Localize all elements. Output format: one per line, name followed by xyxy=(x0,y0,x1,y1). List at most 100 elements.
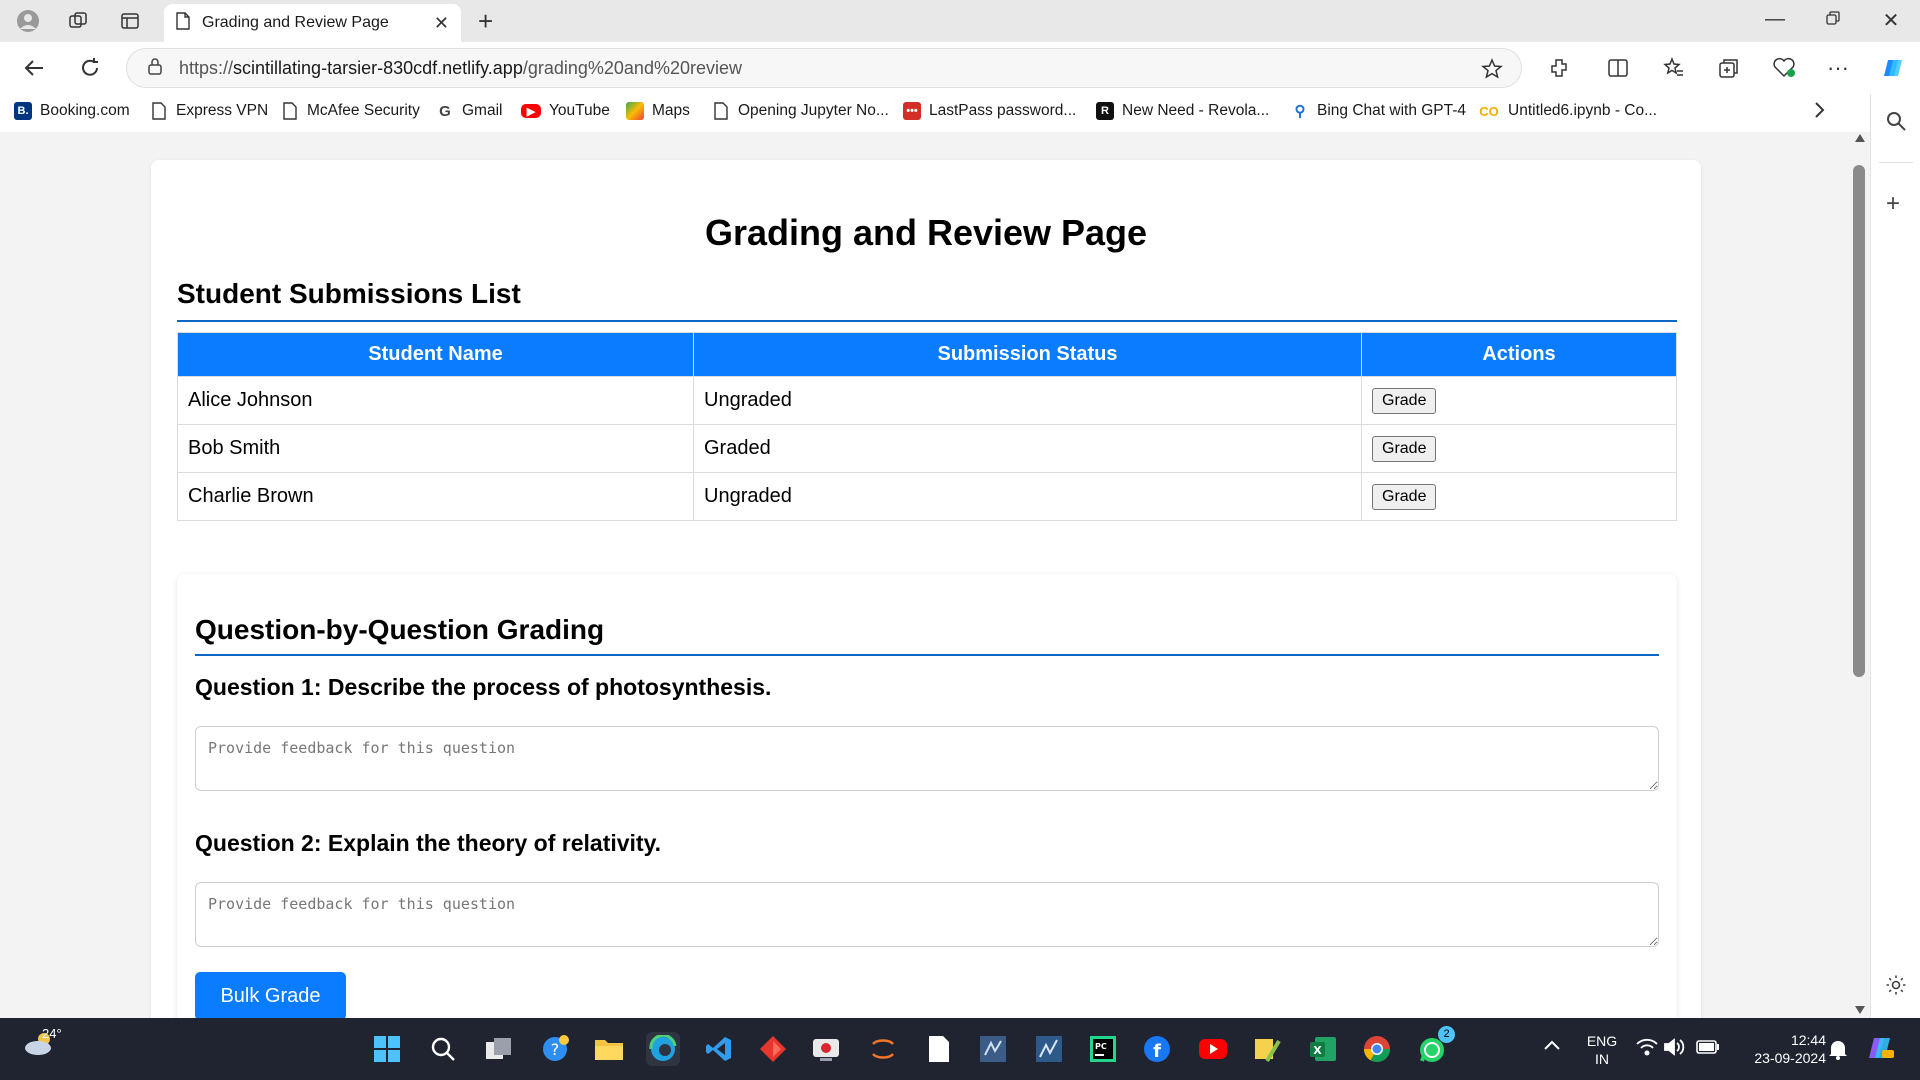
grade-button-bob-smith[interactable]: Grade xyxy=(1372,435,1437,462)
volume-icon[interactable] xyxy=(1664,1038,1686,1061)
bookmark-label: Maps xyxy=(652,102,690,119)
question-grading-divider xyxy=(195,654,1659,656)
question-2-feedback-input[interactable] xyxy=(195,882,1659,947)
copilot-taskbar-icon[interactable] xyxy=(1864,1034,1894,1067)
youtube-icon: ▶ xyxy=(521,104,541,118)
submissions-heading: Student Submissions List xyxy=(177,278,521,309)
scroll-down-icon[interactable] xyxy=(1855,1006,1865,1014)
restore-icon[interactable] xyxy=(1818,8,1848,31)
column-header-actions: Actions xyxy=(1361,332,1677,377)
bookmark-booking[interactable]: B. Booking.com xyxy=(14,102,130,120)
bookmark-mcafee[interactable]: McAfee Security xyxy=(281,102,420,120)
mysql-workbench-icon[interactable] xyxy=(1032,1032,1066,1066)
bookmark-label: Opening Jupyter No... xyxy=(738,102,889,119)
search-icon[interactable] xyxy=(1885,110,1907,137)
refresh-button[interactable] xyxy=(74,52,106,84)
edge-browser-icon[interactable] xyxy=(646,1032,680,1066)
workspaces-icon[interactable] xyxy=(66,9,90,33)
start-windows-icon[interactable] xyxy=(370,1032,404,1066)
bookmark-youtube[interactable]: ▶ YouTube xyxy=(521,102,610,120)
actions-cell: Grade xyxy=(1361,472,1677,521)
split-screen-icon[interactable] xyxy=(1604,54,1632,82)
bookmark-gmail[interactable]: G Gmail xyxy=(436,102,502,120)
bookmark-label: Booking.com xyxy=(40,102,130,119)
student-name-cell: Alice Johnson xyxy=(177,376,694,425)
bulk-grade-button[interactable]: Bulk Grade xyxy=(195,972,346,1018)
extensions-icon[interactable] xyxy=(1545,54,1573,82)
show-hidden-icons-chevron-icon[interactable] xyxy=(1543,1038,1561,1057)
more-options-icon[interactable]: ··· xyxy=(1824,54,1852,82)
bookmark-colab[interactable]: CO Untitled6.ipynb - Co... xyxy=(1478,102,1657,120)
screen-recorder-icon[interactable] xyxy=(810,1032,844,1066)
vscode-icon[interactable] xyxy=(702,1032,736,1066)
new-tab-button[interactable]: + xyxy=(478,8,493,34)
table-row: Charlie Brown Ungraded Grade xyxy=(177,472,1677,521)
close-tab-icon[interactable]: ✕ xyxy=(434,13,449,34)
bookmark-express-vpn[interactable]: Express VPN xyxy=(150,102,268,120)
region-code: IN xyxy=(1595,1051,1609,1067)
chrome-icon[interactable] xyxy=(1360,1032,1394,1066)
help-app-icon[interactable]: ? xyxy=(538,1032,572,1066)
page-title: Grading and Review Page xyxy=(704,212,1148,253)
actions-cell: Grade xyxy=(1361,376,1677,425)
bookmark-lastpass[interactable]: ••• LastPass password... xyxy=(903,102,1076,120)
bookmarks-more-chevron-icon[interactable] xyxy=(1812,100,1826,120)
weather-widget[interactable]: 24° xyxy=(22,1026,62,1059)
jupyter-icon[interactable] xyxy=(866,1032,900,1066)
bookmark-label: Bing Chat with GPT-4 xyxy=(1317,102,1467,119)
minimize-icon[interactable]: — xyxy=(1760,8,1790,31)
favorites-icon[interactable] xyxy=(1660,54,1688,82)
question-1-feedback-input[interactable] xyxy=(195,726,1659,791)
notepad-icon[interactable] xyxy=(922,1032,956,1066)
collections-icon[interactable] xyxy=(1715,54,1743,82)
scrollbar-thumb[interactable] xyxy=(1853,165,1865,677)
windows-taskbar: 24° ? PC f X 2 ENG IN 12:44 23-09-2024 xyxy=(0,1018,1920,1080)
google-icon: G xyxy=(439,102,451,120)
tab-grading-review[interactable]: Grading and Review Page ✕ xyxy=(164,4,461,42)
excel-icon[interactable]: X xyxy=(1306,1032,1340,1066)
page-icon xyxy=(150,102,168,120)
bookmark-jupyter[interactable]: Opening Jupyter No... xyxy=(712,102,889,120)
grade-button-alice-johnson[interactable]: Grade xyxy=(1372,387,1437,414)
page-icon xyxy=(712,102,730,120)
submission-status-cell: Ungraded xyxy=(693,472,1362,521)
url-host: scintillating-tarsier-830cdf.netlify.app xyxy=(233,57,523,78)
tab-actions-icon[interactable] xyxy=(118,9,142,33)
search-icon: ⚲ xyxy=(1294,103,1306,120)
table-row: Bob Smith Graded Grade xyxy=(177,424,1677,473)
url-prefix: https:// xyxy=(179,57,234,78)
favorite-star-icon[interactable] xyxy=(1481,58,1503,85)
paint-app-icon[interactable] xyxy=(1250,1032,1284,1066)
question-grading-heading: Question-by-Question Grading xyxy=(195,614,605,645)
pycharm-icon[interactable]: PC xyxy=(1086,1032,1120,1066)
close-window-icon[interactable]: ✕ xyxy=(1876,8,1906,33)
wifi-icon[interactable] xyxy=(1636,1038,1658,1061)
browser-essentials-icon[interactable] xyxy=(1770,54,1798,82)
bookmark-bing-chat[interactable]: ⚲ Bing Chat with GPT-4 xyxy=(1291,102,1467,120)
file-explorer-icon[interactable] xyxy=(592,1032,626,1066)
whatsapp-icon[interactable]: 2 xyxy=(1416,1026,1455,1066)
clock[interactable]: 12:44 23-09-2024 xyxy=(1732,1031,1826,1067)
language-indicator[interactable]: ENG IN xyxy=(1582,1032,1622,1068)
add-sidebar-app-icon[interactable]: + xyxy=(1886,190,1900,218)
facebook-icon[interactable]: f xyxy=(1140,1032,1174,1066)
bookmark-label: LastPass password... xyxy=(929,102,1077,119)
lock-icon[interactable] xyxy=(147,57,163,80)
profile-icon[interactable] xyxy=(16,9,40,33)
settings-gear-icon[interactable] xyxy=(1885,974,1907,1001)
notification-bell-icon[interactable] xyxy=(1828,1038,1848,1065)
taskbar-search-icon[interactable] xyxy=(426,1032,460,1066)
battery-icon[interactable] xyxy=(1696,1040,1720,1059)
back-button[interactable] xyxy=(18,52,50,84)
scroll-up-icon[interactable] xyxy=(1855,134,1865,142)
sql-server-icon[interactable] xyxy=(976,1032,1010,1066)
git-app-icon[interactable] xyxy=(756,1032,790,1066)
bookmark-maps[interactable]: Maps xyxy=(626,102,690,120)
youtube-app-icon[interactable] xyxy=(1196,1032,1230,1066)
bookmark-revola[interactable]: R New Need - Revola... xyxy=(1096,102,1269,120)
copilot-icon[interactable] xyxy=(1878,54,1906,82)
grade-button-charlie-brown[interactable]: Grade xyxy=(1372,483,1437,510)
submissions-divider xyxy=(177,320,1677,322)
address-bar[interactable]: https://scintillating-tarsier-830cdf.net… xyxy=(126,48,1522,88)
task-view-icon[interactable] xyxy=(482,1032,516,1066)
